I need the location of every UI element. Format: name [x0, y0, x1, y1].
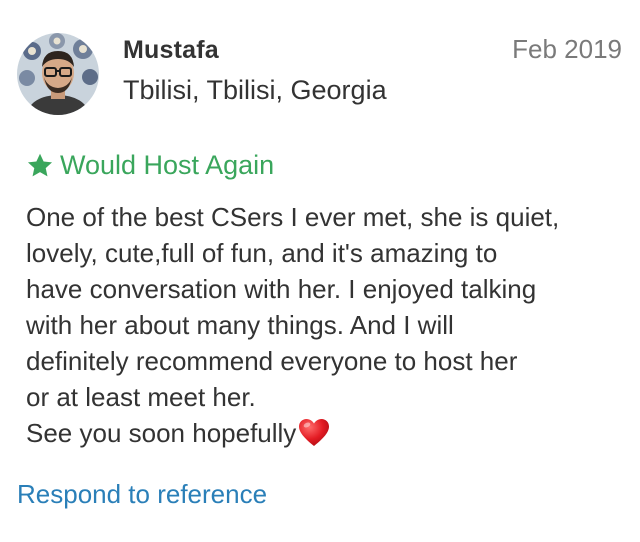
avatar[interactable] [17, 33, 99, 115]
badge-label: Would Host Again [60, 150, 275, 180]
reference-line: See you soon hopefully [26, 418, 297, 448]
reference-line: One of the best CSers I ever met, she is… [26, 202, 560, 232]
heart-icon [299, 419, 330, 446]
reference-line: definitely recommend everyone to host he… [26, 346, 518, 376]
reference-line: lovely, cute,full of fun, and it's amazi… [26, 238, 498, 268]
respond-to-reference-link[interactable]: Respond to reference [17, 479, 267, 510]
star-icon [27, 153, 53, 176]
author-location: Tbilisi, Tbilisi, Georgia [123, 75, 387, 105]
reference-date: Feb 2019 [512, 34, 622, 64]
profile-avatar-icon [17, 33, 99, 115]
reference-closing-line: See you soon hopefully [26, 415, 626, 451]
reference-line: with her about many things. And I will [26, 310, 454, 340]
reference-line: or at least meet her. [26, 382, 256, 412]
reference-line: have conversation with her. I enjoyed ta… [26, 274, 537, 304]
reference-text: One of the best CSers I ever met, she is… [26, 199, 626, 451]
author-name[interactable]: Mustafa [123, 36, 219, 65]
reference-card: Mustafa Tbilisi, Tbilisi, Georgia Feb 20… [0, 0, 640, 542]
would-host-again-badge: Would Host Again [26, 150, 274, 181]
